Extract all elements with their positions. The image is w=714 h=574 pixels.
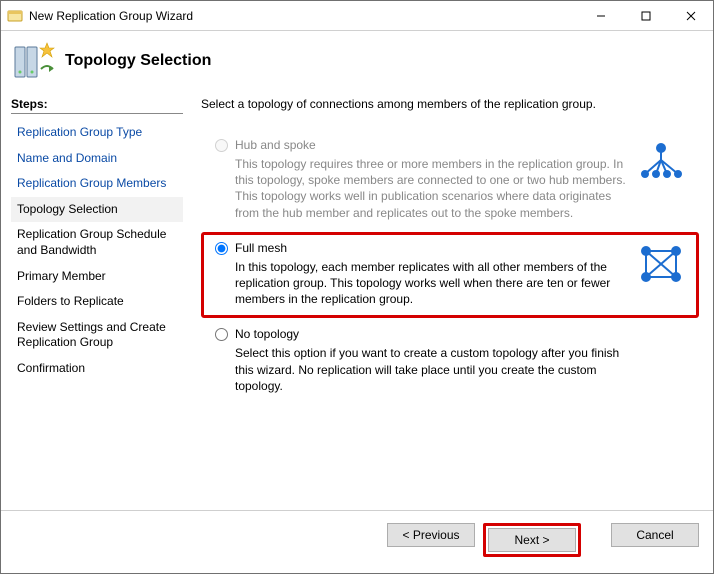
full-mesh-icon (636, 243, 686, 285)
step-name-and-domain[interactable]: Name and Domain (11, 146, 183, 172)
wizard-header-title: Topology Selection (65, 52, 211, 70)
cancel-button[interactable]: Cancel (611, 523, 699, 547)
step-schedule-bandwidth: Replication Group Schedule and Bandwidth (11, 222, 183, 263)
radio-no-topology[interactable] (215, 328, 228, 341)
next-button[interactable]: Next > (488, 528, 576, 552)
wizard-header-icon (11, 39, 55, 83)
wizard-footer: < Previous Next > Cancel (1, 510, 713, 573)
step-topology-selection[interactable]: Topology Selection (11, 197, 183, 223)
step-replication-group-members[interactable]: Replication Group Members (11, 171, 183, 197)
steps-sidebar: Steps: Replication Group Type Name and D… (11, 97, 187, 510)
wizard-body: Steps: Replication Group Type Name and D… (1, 97, 713, 510)
next-button-highlight: Next > (483, 523, 581, 557)
radio-hub-and-spoke (215, 139, 228, 152)
step-primary-member: Primary Member (11, 264, 183, 290)
app-icon (7, 8, 23, 24)
step-folders-to-replicate: Folders to Replicate (11, 289, 183, 315)
option-hub-and-spoke-desc: This topology requires three or more mem… (235, 156, 630, 221)
steps-header: Steps: (11, 97, 183, 114)
hub-spoke-icon (636, 140, 686, 182)
step-review-create: Review Settings and Create Replication G… (11, 315, 183, 356)
option-full-mesh-desc: In this topology, each member replicates… (235, 259, 630, 308)
option-hub-and-spoke-title: Hub and spoke (235, 138, 630, 152)
previous-button[interactable]: < Previous (387, 523, 475, 547)
wizard-content: Select a topology of connections among m… (187, 97, 703, 510)
minimize-button[interactable] (578, 1, 623, 30)
instruction-text: Select a topology of connections among m… (201, 97, 699, 111)
step-confirmation: Confirmation (11, 356, 183, 382)
close-button[interactable] (668, 1, 713, 30)
wizard-window: New Replication Group Wizard (0, 0, 714, 574)
option-no-topology-title: No topology (235, 327, 630, 341)
radio-full-mesh[interactable] (215, 242, 228, 255)
option-full-mesh[interactable]: Full mesh In this topology, each member … (201, 232, 699, 319)
option-full-mesh-title: Full mesh (235, 241, 630, 255)
option-no-topology-desc: Select this option if you want to create… (235, 345, 630, 394)
option-no-topology[interactable]: No topology Select this option if you wa… (201, 318, 699, 405)
maximize-button[interactable] (623, 1, 668, 30)
wizard-header: Topology Selection (1, 31, 713, 97)
window-title: New Replication Group Wizard (29, 9, 578, 23)
option-hub-and-spoke: Hub and spoke This topology requires thr… (201, 129, 699, 232)
titlebar: New Replication Group Wizard (1, 1, 713, 31)
step-replication-group-type[interactable]: Replication Group Type (11, 120, 183, 146)
window-controls (578, 1, 713, 30)
